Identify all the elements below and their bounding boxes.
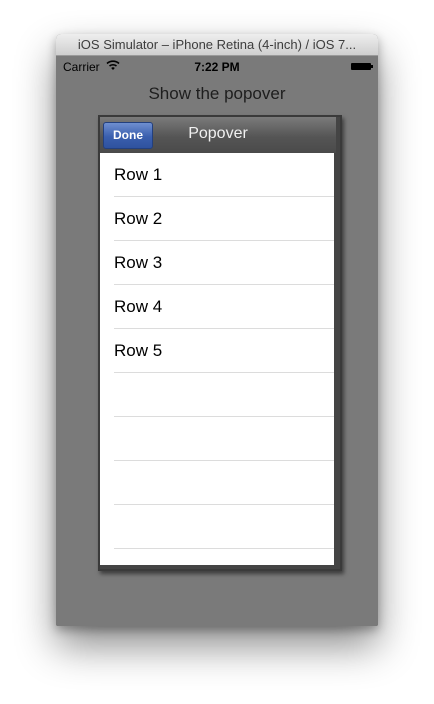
simulator-window: iOS Simulator – iPhone Retina (4-inch) /…: [56, 34, 378, 626]
popover-title: Popover: [188, 125, 248, 142]
empty-row-separator: [100, 505, 334, 549]
status-time: 7:22 PM: [194, 60, 240, 74]
empty-row-separator: [100, 373, 334, 417]
row-label: Row 4: [114, 297, 163, 316]
row-label: Row 2: [114, 209, 163, 228]
popover-table[interactable]: Row 1 Row 2 Row 3 Row 4 Row 5: [100, 153, 334, 565]
popover: Done Popover Row 1 Row 2 Row 3 Row 4 Row…: [98, 115, 342, 571]
show-popover-button[interactable]: Show the popover: [56, 84, 378, 104]
device-screen: Carrier 7:22 PM Show the popover Done Po…: [56, 56, 378, 626]
status-bar: Carrier 7:22 PM: [56, 56, 378, 76]
empty-row-separator: [100, 549, 334, 565]
row-label: Row 5: [114, 341, 163, 360]
row-label: Row 3: [114, 253, 163, 272]
table-row[interactable]: Row 2: [100, 197, 334, 241]
table-row[interactable]: Row 1: [100, 153, 334, 197]
battery-icon: [351, 63, 373, 70]
table-row[interactable]: Row 3: [100, 241, 334, 285]
row-label: Row 1: [114, 165, 163, 184]
window-title: iOS Simulator – iPhone Retina (4-inch) /…: [56, 34, 378, 56]
popover-navigation-bar: Done Popover: [100, 117, 336, 153]
table-row[interactable]: Row 4: [100, 285, 334, 329]
table-row[interactable]: Row 5: [100, 329, 334, 373]
empty-row-separator: [100, 417, 334, 461]
empty-row-separator: [100, 461, 334, 505]
